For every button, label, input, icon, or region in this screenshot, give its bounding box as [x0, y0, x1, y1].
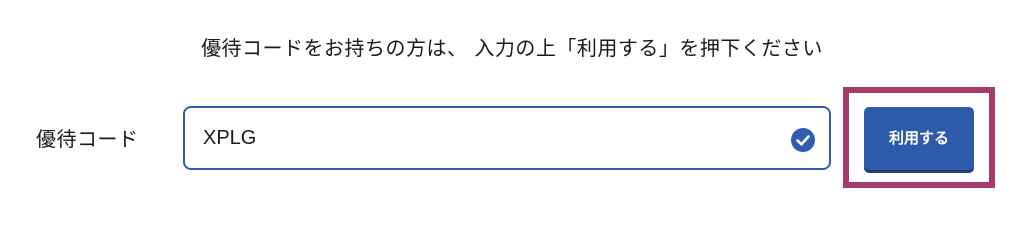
instruction-text: 優待コードをお持ちの方は、 入力の上「利用する」を押下ください — [201, 36, 823, 60]
coupon-code-label: 優待コード — [36, 127, 139, 151]
coupon-code-field — [183, 106, 831, 170]
check-circle-icon — [791, 128, 815, 152]
coupon-code-input[interactable] — [203, 108, 763, 168]
apply-coupon-button[interactable]: 利用する — [864, 107, 974, 170]
